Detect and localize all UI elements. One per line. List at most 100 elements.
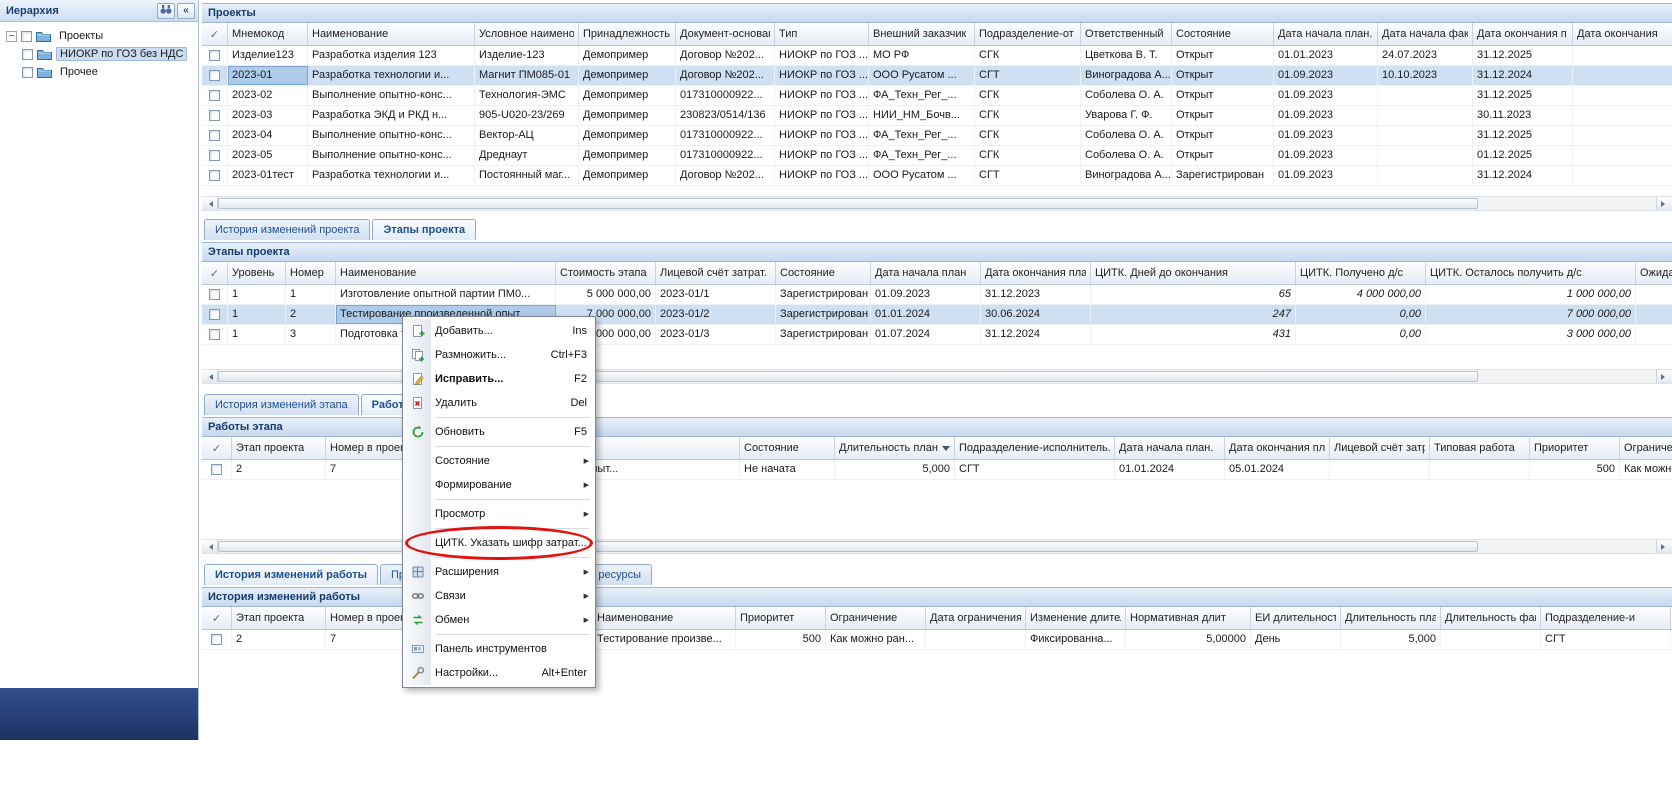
table-cell[interactable]: Как можно ран... bbox=[1620, 460, 1672, 479]
table-cell[interactable]: 2 bbox=[232, 460, 326, 479]
table-cell[interactable]: Тестирование произве... bbox=[593, 630, 736, 649]
table-cell[interactable]: 01.01.2024 bbox=[1115, 460, 1225, 479]
table-cell[interactable]: Демопример bbox=[579, 166, 676, 185]
table-cell[interactable]: Демопример bbox=[579, 66, 676, 85]
column-header[interactable]: Изменение длител bbox=[1026, 607, 1126, 629]
tree-search-button[interactable] bbox=[157, 3, 175, 19]
table-cell[interactable]: Разработка изделия 123 bbox=[308, 46, 475, 65]
table-cell[interactable] bbox=[1636, 285, 1672, 304]
scrollbar-thumb[interactable] bbox=[218, 198, 1478, 209]
table-cell[interactable]: 2023-02 bbox=[228, 86, 308, 105]
column-header[interactable]: Дата окончания план bbox=[981, 262, 1091, 284]
column-header[interactable]: Наименование bbox=[308, 23, 475, 45]
table-row[interactable]: 11Изготовление опытной партии ПМ0...5 00… bbox=[202, 285, 1672, 305]
table-cell[interactable]: Изделие-123 bbox=[475, 46, 579, 65]
table-cell[interactable]: 01.09.2023 bbox=[1274, 126, 1378, 145]
table-cell[interactable]: Выполнение опытно-конс... bbox=[308, 146, 475, 165]
table-cell[interactable]: Изготовление опытной партии ПМ0... bbox=[336, 285, 556, 304]
tree-checkbox[interactable] bbox=[22, 49, 33, 60]
table-cell[interactable]: 2023-03 bbox=[228, 106, 308, 125]
table-cell[interactable]: Демопример bbox=[579, 46, 676, 65]
table-cell[interactable]: Постоянный маг... bbox=[475, 166, 579, 185]
table-row[interactable]: 2023-03Разработка ЭКД и РКД н...905-U020… bbox=[202, 106, 1672, 126]
table-cell[interactable]: 431 bbox=[1091, 325, 1296, 344]
column-header[interactable]: ✓ bbox=[202, 262, 228, 284]
tree-expander-icon[interactable]: − bbox=[6, 31, 17, 42]
table-cell[interactable]: ООО Русатом ... bbox=[869, 166, 975, 185]
table-cell[interactable]: 5,000 bbox=[1341, 630, 1441, 649]
menu-item[interactable]: ЦИТК. Указать шифр затрат... bbox=[405, 531, 593, 555]
column-header[interactable]: Длительность фак bbox=[1441, 607, 1541, 629]
table-cell[interactable]: 2023-04 bbox=[228, 126, 308, 145]
column-header[interactable]: Дата ограничения bbox=[926, 607, 1026, 629]
table-cell[interactable]: 5,00000 bbox=[1126, 630, 1251, 649]
table-cell[interactable]: ООО Русатом ... bbox=[869, 66, 975, 85]
table-row[interactable]: 2023-01Разработка технологии и...Магнит … bbox=[202, 66, 1672, 86]
column-header[interactable]: Подразделение-от bbox=[975, 23, 1081, 45]
table-cell[interactable]: Зарегистрирован bbox=[1172, 166, 1274, 185]
table-cell[interactable]: Разработка ЭКД и РКД н... bbox=[308, 106, 475, 125]
table-cell[interactable]: 0,00 bbox=[1296, 305, 1426, 324]
column-header[interactable]: Нормативная длит bbox=[1126, 607, 1251, 629]
table-cell[interactable]: ФА_Техн_Рег_... bbox=[869, 86, 975, 105]
row-checkbox[interactable] bbox=[209, 70, 220, 81]
table-cell[interactable] bbox=[1378, 146, 1473, 165]
column-header[interactable]: ✓ bbox=[202, 607, 232, 629]
tab-item[interactable]: История изменений работы bbox=[204, 564, 378, 585]
scroll-right-button[interactable] bbox=[1656, 370, 1672, 383]
table-cell[interactable]: 1 bbox=[228, 285, 286, 304]
menu-item[interactable]: Формирование▶ bbox=[405, 473, 593, 497]
column-header[interactable]: Этап проекта bbox=[232, 437, 326, 459]
table-cell[interactable]: НИОКР по ГОЗ ... bbox=[775, 126, 869, 145]
table-cell[interactable] bbox=[1573, 146, 1672, 165]
menu-item[interactable]: Размножить...Ctrl+F3 bbox=[405, 343, 593, 367]
column-header[interactable]: Дата окончания bbox=[1573, 23, 1672, 45]
table-cell[interactable]: Изделие123 bbox=[228, 46, 308, 65]
column-header[interactable]: Условное наименова bbox=[475, 23, 579, 45]
column-header[interactable]: Этап проекта bbox=[232, 607, 326, 629]
table-cell[interactable]: Демопример bbox=[579, 106, 676, 125]
table-cell[interactable]: 2023-01/2 bbox=[656, 305, 776, 324]
table-cell[interactable]: 5,000 bbox=[835, 460, 955, 479]
table-cell[interactable]: СГК bbox=[975, 126, 1081, 145]
table-cell[interactable]: 017310000922... bbox=[676, 126, 775, 145]
table-cell[interactable]: 2 bbox=[232, 630, 326, 649]
column-header[interactable]: Наименование bbox=[593, 607, 736, 629]
table-cell[interactable]: Зарегистрирован bbox=[776, 325, 871, 344]
column-header[interactable]: Ограничение bbox=[826, 607, 926, 629]
table-cell[interactable] bbox=[202, 460, 232, 479]
scroll-right-button[interactable] bbox=[1656, 197, 1672, 210]
table-cell[interactable]: 01.09.2023 bbox=[1274, 166, 1378, 185]
table-cell[interactable] bbox=[202, 305, 228, 324]
column-header[interactable]: ЦИТК. Осталось получить д/с bbox=[1426, 262, 1636, 284]
column-header[interactable]: Состояние bbox=[740, 437, 835, 459]
table-cell[interactable]: 01.01.2023 bbox=[1274, 46, 1378, 65]
table-cell[interactable]: 017310000922... bbox=[676, 146, 775, 165]
row-checkbox[interactable] bbox=[209, 170, 220, 181]
collapse-panel-button[interactable]: « bbox=[177, 3, 195, 19]
table-cell[interactable]: СГТ bbox=[975, 66, 1081, 85]
row-checkbox[interactable] bbox=[209, 50, 220, 61]
table-cell[interactable]: 30.11.2023 bbox=[1473, 106, 1573, 125]
table-cell[interactable] bbox=[1441, 630, 1541, 649]
table-cell[interactable]: Открыт bbox=[1172, 66, 1274, 85]
column-header[interactable]: Номер bbox=[286, 262, 336, 284]
table-cell[interactable] bbox=[202, 630, 232, 649]
table-cell[interactable]: Открыт bbox=[1172, 86, 1274, 105]
table-cell[interactable]: 1 bbox=[228, 325, 286, 344]
table-cell[interactable] bbox=[202, 166, 228, 185]
table-cell[interactable]: Разработка технологии и... bbox=[308, 66, 475, 85]
table-cell[interactable]: НИИ_НМ_Бочв... bbox=[869, 106, 975, 125]
table-cell[interactable]: 5 000 000,00 bbox=[556, 285, 656, 304]
table-cell[interactable]: 10.10.2023 bbox=[1378, 66, 1473, 85]
row-checkbox[interactable] bbox=[209, 329, 220, 340]
table-cell[interactable] bbox=[202, 106, 228, 125]
table-cell[interactable]: Открыт bbox=[1172, 106, 1274, 125]
table-cell[interactable]: Договор №202... bbox=[676, 66, 775, 85]
table-cell[interactable]: 01.09.2023 bbox=[1274, 106, 1378, 125]
column-header[interactable]: Дата окончания п bbox=[1473, 23, 1573, 45]
column-header[interactable]: Лицевой счёт затрат. bbox=[656, 262, 776, 284]
table-cell[interactable]: 0,00 bbox=[1296, 325, 1426, 344]
table-cell[interactable]: СГК bbox=[975, 106, 1081, 125]
table-cell[interactable]: СГТ bbox=[975, 166, 1081, 185]
